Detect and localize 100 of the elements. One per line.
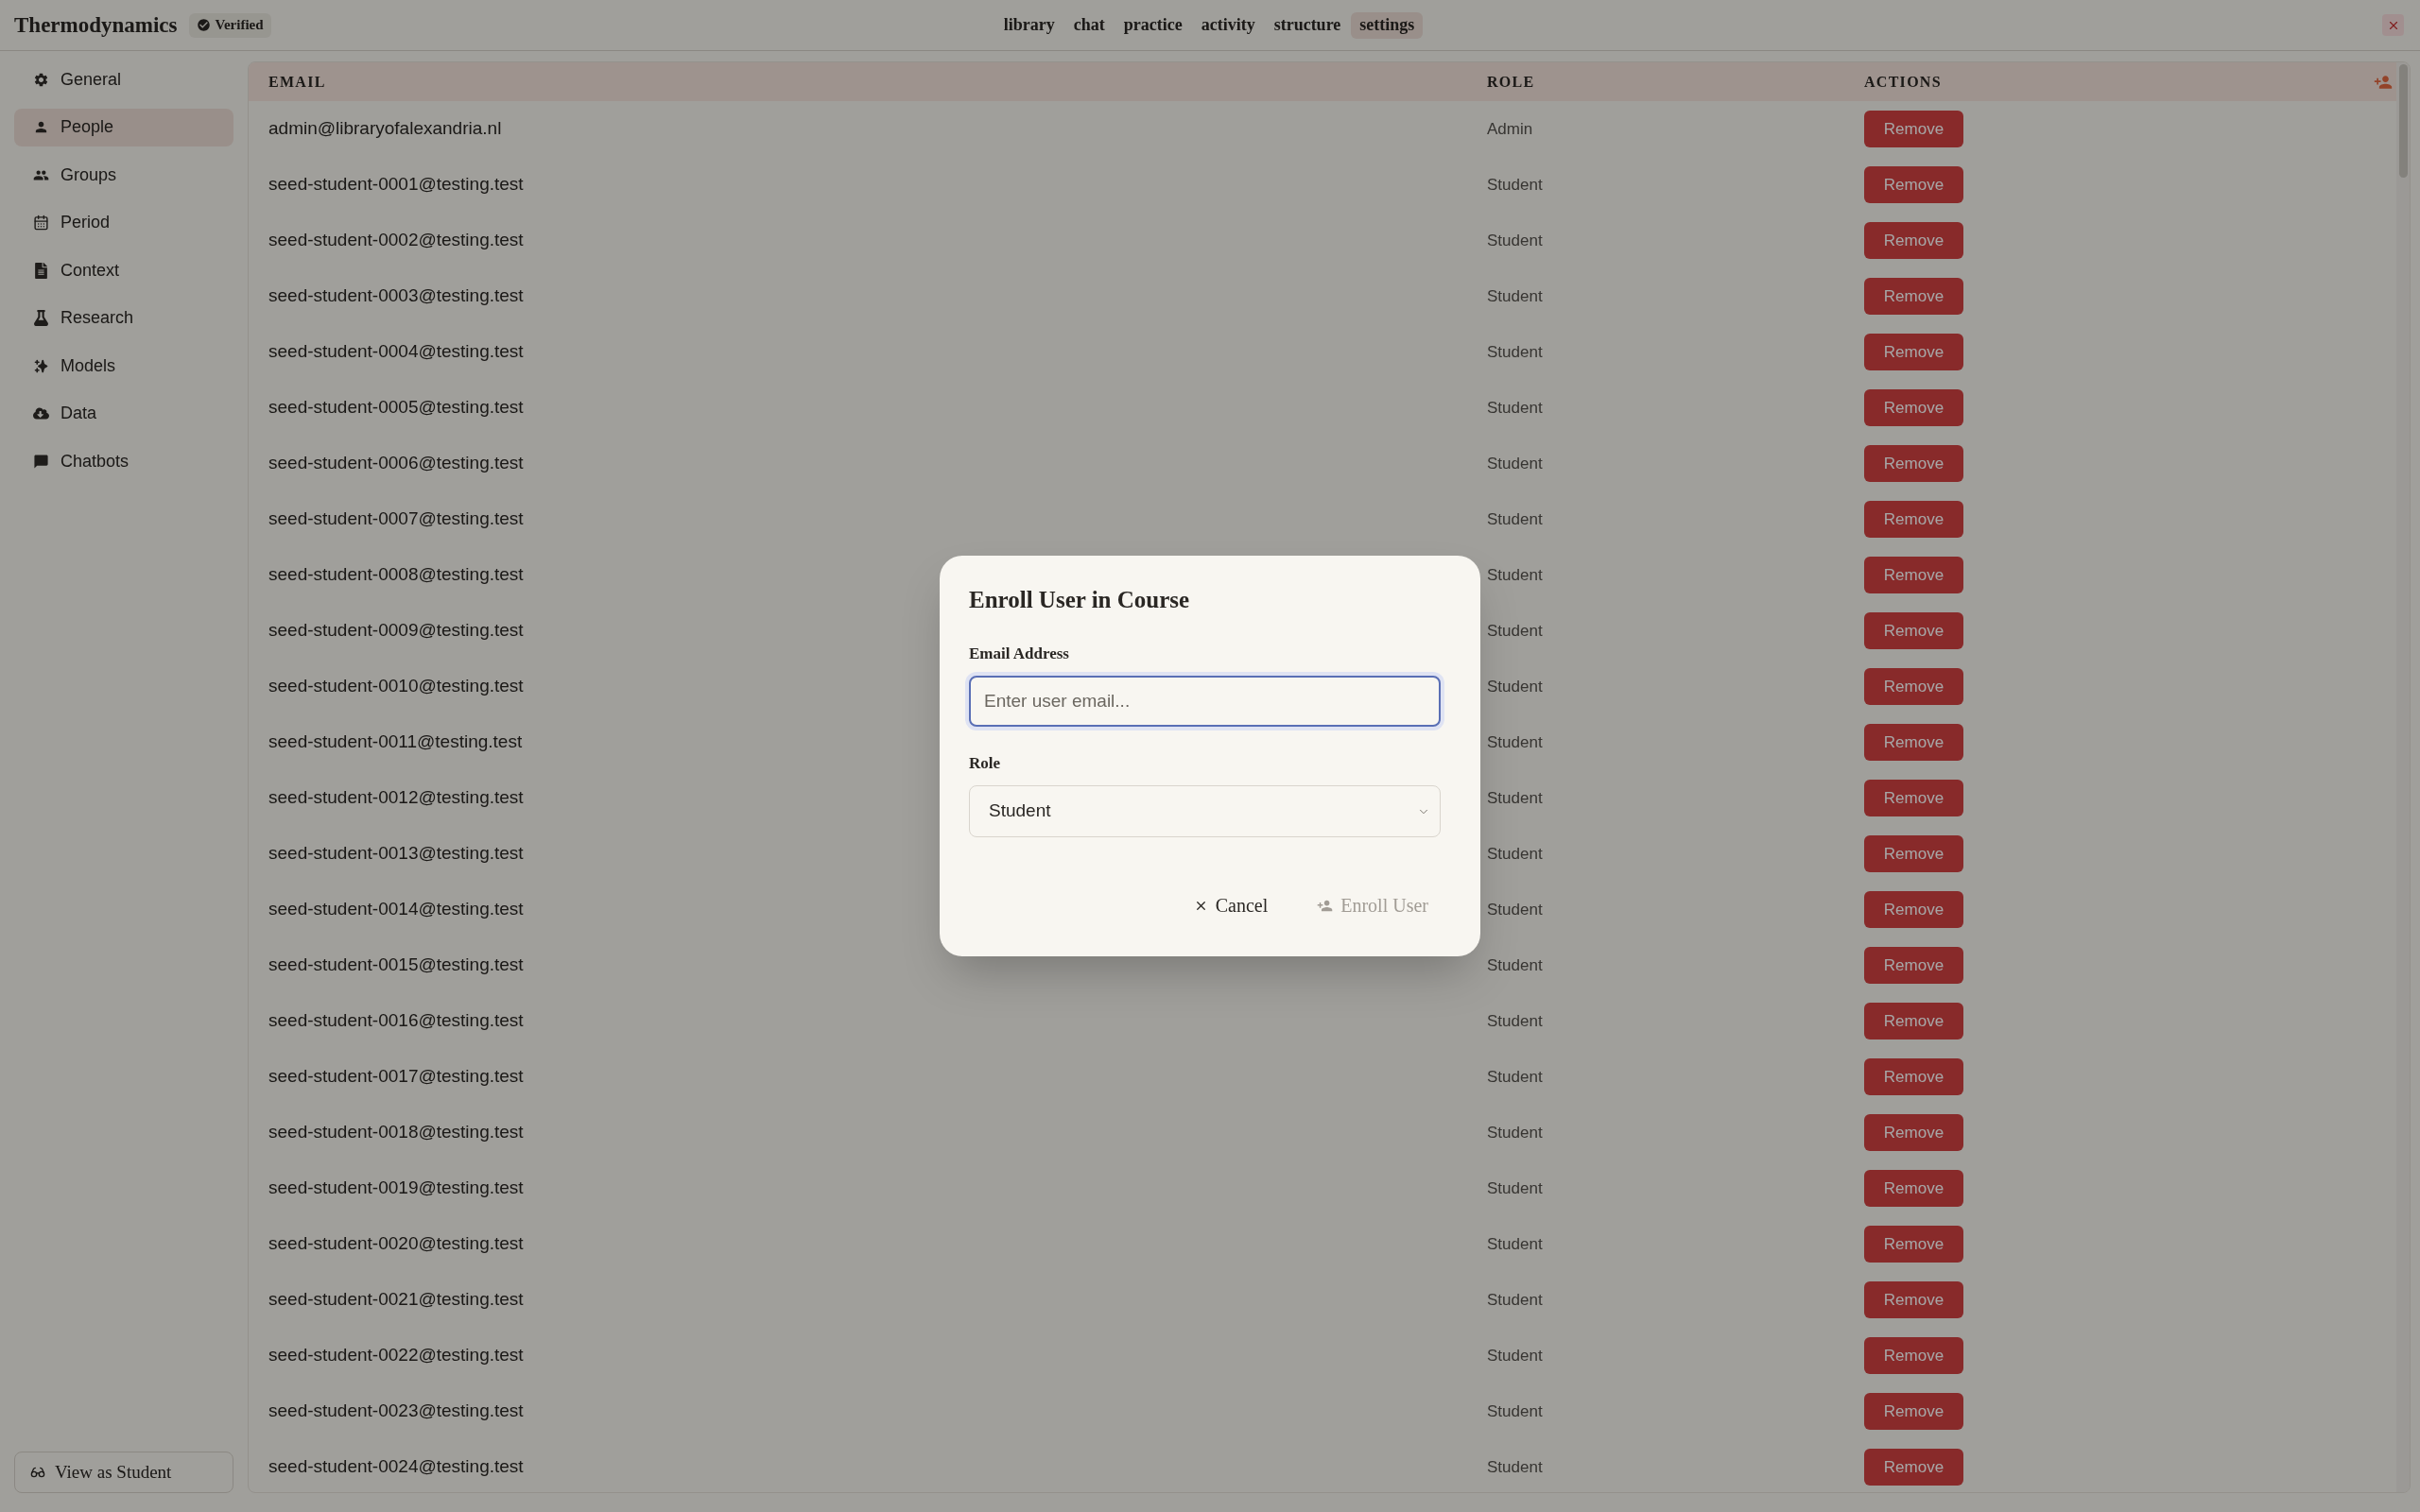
- sidebar-item[interactable]: People: [14, 108, 233, 146]
- role-cell-text: Student: [1487, 620, 1543, 642]
- remove-button[interactable]: Remove: [1864, 835, 1963, 872]
- sidebar-item[interactable]: General: [14, 60, 233, 98]
- email-cell-text: seed-student-0011@testing.test: [268, 730, 523, 754]
- role-cell-text: Student: [1487, 230, 1543, 251]
- sidebar-item[interactable]: Period: [14, 203, 233, 242]
- column-header: EMAIL: [268, 72, 326, 92]
- cloud-download-icon: [33, 405, 49, 421]
- email-cell-text: seed-student-0007@testing.test: [268, 507, 524, 531]
- remove-button[interactable]: Remove: [1864, 891, 1963, 928]
- sidebar-item[interactable]: Chatbots: [14, 442, 233, 480]
- email-cell-text: seed-student-0005@testing.test: [268, 396, 524, 420]
- remove-button[interactable]: Remove: [1864, 166, 1963, 203]
- remove-button[interactable]: Remove: [1864, 501, 1963, 538]
- remove-button[interactable]: Remove: [1864, 612, 1963, 649]
- email-input[interactable]: Enter user email...: [969, 676, 1441, 727]
- nav-tab[interactable]: settings: [1351, 11, 1424, 39]
- email-cell-text: seed-student-0012@testing.test: [268, 786, 524, 810]
- email-cell-text: seed-student-0006@testing.test: [268, 452, 524, 475]
- badge-label: Verified: [215, 16, 264, 35]
- remove-button[interactable]: Remove: [1864, 780, 1963, 816]
- email-cell-text: seed-student-0016@testing.test: [268, 1009, 524, 1033]
- role-cell-text: Student: [1487, 397, 1543, 419]
- remove-button[interactable]: Remove: [1864, 389, 1963, 426]
- email-cell-text: seed-student-0014@testing.test: [268, 898, 524, 921]
- gear-icon: [33, 71, 49, 88]
- role-cell-text: Student: [1487, 676, 1543, 697]
- role-cell-text: Student: [1487, 1289, 1543, 1311]
- remove-button[interactable]: Remove: [1864, 445, 1963, 482]
- sparkles-icon: [33, 357, 49, 374]
- flask-icon: [33, 310, 49, 326]
- email-cell-text: seed-student-0017@testing.test: [268, 1065, 524, 1089]
- remove-button[interactable]: Remove: [1864, 1449, 1963, 1486]
- email-cell-text: seed-student-0010@testing.test: [268, 675, 524, 698]
- role-cell-text: Student: [1487, 899, 1543, 920]
- remove-button[interactable]: Remove: [1864, 1226, 1963, 1263]
- remove-button[interactable]: Remove: [1864, 1114, 1963, 1151]
- field-label: Email Address: [969, 644, 1069, 664]
- close-button[interactable]: [2382, 14, 2404, 36]
- scrollbar-thumb[interactable]: [2398, 64, 2408, 178]
- nav-tab[interactable]: structure: [1265, 11, 1350, 39]
- role-cell-text: Student: [1487, 285, 1543, 307]
- role-cell-text: Student: [1487, 787, 1543, 809]
- calendar-icon: [33, 215, 49, 231]
- email-cell-text: seed-student-0019@testing.test: [268, 1177, 524, 1200]
- chat-bubble-icon: [33, 453, 49, 470]
- role-cell-text: Student: [1487, 1400, 1543, 1422]
- remove-button[interactable]: Remove: [1864, 1337, 1963, 1374]
- course-title: Thermodynamics: [14, 14, 178, 36]
- nav-tab[interactable]: chat: [1064, 11, 1114, 39]
- column-header: ROLE: [1487, 72, 1535, 92]
- email-cell-text: seed-student-0013@testing.test: [268, 842, 524, 866]
- view-as-student-button[interactable]: View as Student: [14, 1452, 233, 1493]
- role-cell-text: Student: [1487, 1345, 1543, 1366]
- nav-tab[interactable]: library: [994, 11, 1063, 39]
- sidebar-item[interactable]: Groups: [14, 156, 233, 194]
- remove-button[interactable]: Remove: [1864, 1003, 1963, 1040]
- remove-button[interactable]: Remove: [1864, 557, 1963, 593]
- email-cell-text: seed-student-0015@testing.test: [268, 954, 524, 977]
- role-cell-text: Admin: [1487, 118, 1533, 140]
- role-cell-text: Student: [1487, 174, 1543, 196]
- remove-button[interactable]: Remove: [1864, 947, 1963, 984]
- sidebar-item[interactable]: Research: [14, 299, 233, 337]
- role-cell-text: Student: [1487, 1010, 1543, 1032]
- email-cell-text: seed-student-0008@testing.test: [268, 563, 524, 587]
- remove-button[interactable]: Remove: [1864, 334, 1963, 370]
- nav-tab[interactable]: activity: [1192, 11, 1264, 39]
- remove-button[interactable]: Remove: [1864, 668, 1963, 705]
- role-cell-text: Student: [1487, 731, 1543, 753]
- role-cell-text: Student: [1487, 1177, 1543, 1199]
- remove-button[interactable]: Remove: [1864, 724, 1963, 761]
- role-cell-text: Student: [1487, 843, 1543, 865]
- email-cell-text: seed-student-0003@testing.test: [268, 284, 524, 308]
- sidebar-item[interactable]: Context: [14, 251, 233, 289]
- email-cell-text: admin@libraryofalexandria.nl: [268, 117, 502, 141]
- sidebar-item[interactable]: Models: [14, 347, 233, 385]
- role-cell-text: Student: [1487, 1066, 1543, 1088]
- remove-button[interactable]: Remove: [1864, 1058, 1963, 1095]
- email-cell-text: seed-student-0004@testing.test: [268, 340, 524, 364]
- sidebar-item[interactable]: Data: [14, 394, 233, 433]
- email-cell-text: seed-student-0024@testing.test: [268, 1455, 524, 1479]
- remove-button[interactable]: Remove: [1864, 1393, 1963, 1430]
- nav-tab[interactable]: practice: [1115, 11, 1191, 39]
- role-select[interactable]: Student: [969, 785, 1441, 837]
- remove-button[interactable]: Remove: [1864, 111, 1963, 147]
- dialog-title: Enroll User in Course: [969, 586, 1190, 614]
- remove-button[interactable]: Remove: [1864, 1281, 1963, 1318]
- remove-button[interactable]: Remove: [1864, 222, 1963, 259]
- remove-button[interactable]: Remove: [1864, 1170, 1963, 1207]
- cancel-button[interactable]: Cancel: [1181, 885, 1281, 926]
- role-cell-text: Student: [1487, 954, 1543, 976]
- remove-button[interactable]: Remove: [1864, 278, 1963, 315]
- role-cell-text: Student: [1487, 508, 1543, 530]
- role-cell-text: Student: [1487, 1456, 1543, 1478]
- email-cell-text: seed-student-0002@testing.test: [268, 229, 524, 252]
- role-cell-text: Student: [1487, 564, 1543, 586]
- column-header: ACTIONS: [1864, 72, 1942, 92]
- glasses-icon: [30, 1465, 45, 1480]
- role-cell-text: Student: [1487, 1233, 1543, 1255]
